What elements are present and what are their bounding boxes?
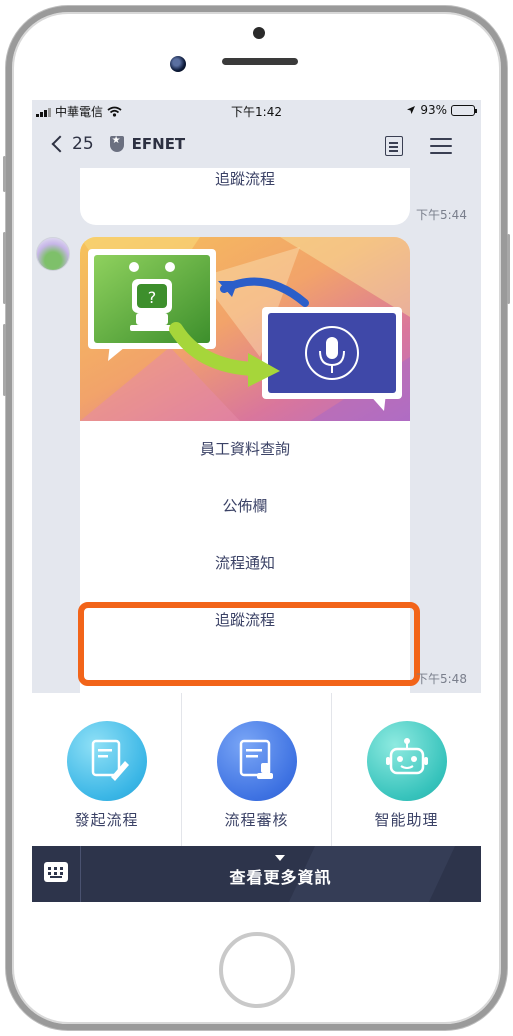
start-process-label: 發起流程 <box>74 811 139 829</box>
message-timestamp: 下午5:48 <box>416 672 467 686</box>
mute-switch <box>3 156 6 192</box>
volume-down-button <box>3 324 6 396</box>
process-review-label: 流程審核 <box>224 811 289 829</box>
keyboard-icon[interactable] <box>44 862 68 882</box>
battery-icon <box>451 104 477 116</box>
menu-option-employee-lookup[interactable]: 員工資料查詢 <box>80 421 410 478</box>
edit-document-icon <box>66 721 147 801</box>
chatbot-banner-image: ? <box>80 237 410 421</box>
highlight-box <box>78 602 420 686</box>
battery-percent: 93% <box>420 103 447 117</box>
chat-title: EFNET <box>131 135 186 153</box>
quick-action-panel: 發起流程 流程審核 智能助理 <box>32 693 481 846</box>
svg-text:?: ? <box>148 288 157 307</box>
notes-icon[interactable] <box>385 136 403 156</box>
previous-message-card: 追蹤流程 <box>80 168 410 225</box>
back-button[interactable]: 25 EFNET <box>51 134 186 154</box>
message-timestamp: 下午5:44 <box>416 208 467 222</box>
menu-icon[interactable] <box>430 138 452 154</box>
unread-count: 25 <box>72 134 94 154</box>
caret-down-icon <box>275 855 285 861</box>
status-bar: 中華電信 下午1:42 93% <box>32 100 481 120</box>
bot-avatar[interactable] <box>36 237 70 271</box>
app-screen: 中華電信 下午1:42 93% 25 EFNET <box>32 100 481 902</box>
volume-up-button <box>3 232 6 304</box>
earpiece-speaker <box>222 58 298 65</box>
smart-assistant-label: 智能助理 <box>374 811 439 829</box>
smart-assistant-button[interactable]: 智能助理 <box>332 693 481 846</box>
front-camera <box>170 56 186 72</box>
bottom-menu-bar: 查看更多資訊 <box>32 846 481 902</box>
chat-header: 25 EFNET <box>32 120 481 172</box>
verified-shield-icon <box>109 135 124 152</box>
power-button <box>507 234 510 304</box>
robot-icon <box>366 721 447 801</box>
start-process-button[interactable]: 發起流程 <box>32 693 182 846</box>
home-button[interactable] <box>219 932 295 1008</box>
chevron-left-icon <box>51 135 69 153</box>
more-info-button[interactable]: 查看更多資訊 <box>80 864 481 888</box>
location-arrow-icon <box>407 106 416 114</box>
stamp-document-icon <box>216 721 297 801</box>
process-review-button[interactable]: 流程審核 <box>182 693 332 846</box>
menu-option-bulletin-board[interactable]: 公佈欄 <box>80 478 410 535</box>
previous-card-option[interactable]: 追蹤流程 <box>80 168 410 189</box>
proximity-sensor <box>253 27 265 39</box>
menu-option-process-notice[interactable]: 流程通知 <box>80 535 410 592</box>
